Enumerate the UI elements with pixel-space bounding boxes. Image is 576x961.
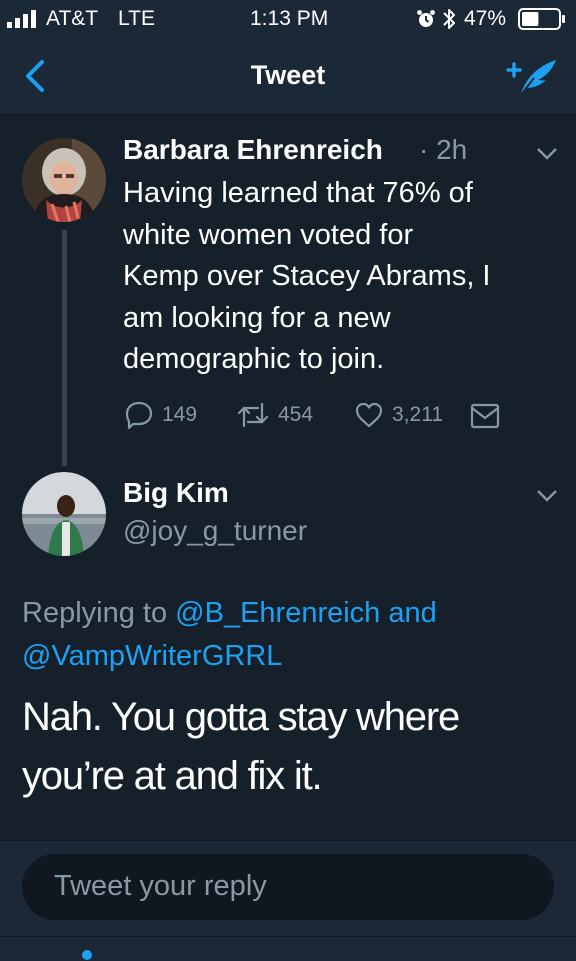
battery-percent: 47% — [464, 7, 507, 30]
chevron-down-icon[interactable] — [535, 146, 559, 162]
page-title: Tweet — [250, 60, 326, 90]
tweet-text-line: white women voted for — [123, 218, 414, 251]
bluetooth-icon — [443, 9, 455, 29]
author-handle[interactable]: @joy_g_turner — [123, 515, 307, 547]
tweet-text-line: you’re at and fix it. — [22, 754, 323, 798]
tweet-text: Nah. You gotta stay where you’re at and … — [22, 688, 562, 806]
like-count: 3,211 — [392, 403, 443, 426]
reply-placeholder: Tweet your reply — [54, 870, 267, 902]
reply-icon — [125, 401, 153, 430]
retweet-action[interactable]: 454 — [236, 400, 313, 430]
replying-to-line: Replying to @B_Ehrenreich and @VampWrite… — [22, 592, 542, 678]
carrier-label: AT&T — [46, 7, 99, 30]
network-label: LTE — [118, 7, 155, 30]
avatar[interactable] — [22, 138, 106, 222]
mention-link[interactable]: @B_Ehrenreich — [175, 597, 380, 629]
author-display-name[interactable]: Big Kim — [123, 477, 229, 509]
reply-action[interactable]: 149 — [124, 400, 197, 430]
divider — [0, 936, 576, 937]
tweet-text-line: am looking for a new — [123, 301, 391, 334]
reply-count: 149 — [162, 403, 198, 426]
author-display-name[interactable]: Barbara Ehrenreich — [123, 134, 383, 166]
retweet-count: 454 — [278, 403, 314, 426]
clock-time: 1:13 PM — [250, 7, 329, 30]
mention-joiner: and — [388, 597, 437, 629]
signal-strength-icon — [7, 10, 36, 28]
tweet-timestamp: · 2h — [419, 134, 468, 165]
thread-connector-line — [62, 230, 67, 466]
tweet-text-line: demographic to join. — [123, 343, 385, 375]
navigation-bar: Tweet — [0, 38, 576, 115]
compose-tweet-icon[interactable] — [504, 56, 560, 98]
alarm-icon — [417, 10, 435, 27]
retweet-icon — [237, 402, 269, 428]
heart-icon — [355, 402, 383, 428]
tab-indicator-dot — [82, 950, 92, 960]
direct-message-icon[interactable] — [470, 403, 500, 429]
tweet-text-line: Having learned that 76% of — [123, 177, 473, 209]
chevron-down-icon[interactable] — [535, 488, 559, 504]
tweet-text-line: Nah. You gotta stay where — [22, 695, 460, 739]
like-action[interactable]: 3,211 — [354, 400, 443, 430]
tweet-text: Having learned that 76% of white women v… — [123, 173, 563, 381]
reply-input[interactable]: Tweet your reply — [22, 854, 554, 920]
status-bar: AT&T LTE 1:13 PM 47% — [0, 0, 576, 38]
avatar[interactable] — [22, 472, 106, 556]
mention-link[interactable]: @VampWriterGRRL — [22, 640, 282, 672]
replying-to-label: Replying to — [22, 597, 168, 629]
tweet-text-line: Kemp over Stacey Abrams, I — [123, 260, 491, 292]
battery-icon — [518, 8, 565, 30]
